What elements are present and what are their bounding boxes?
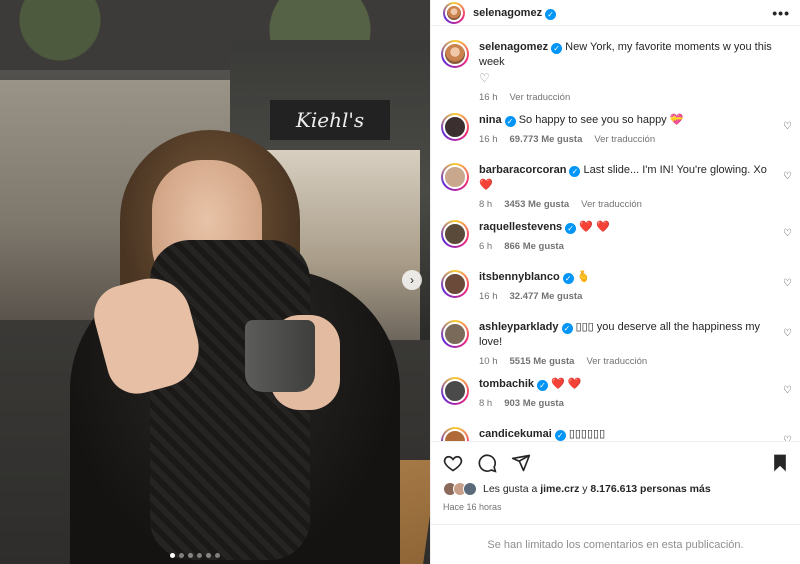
carousel-dots bbox=[170, 553, 220, 558]
comment-username[interactable]: raquellestevens bbox=[479, 221, 562, 233]
comment-likes[interactable]: 903 Me gusta bbox=[504, 398, 564, 409]
comment-username[interactable]: tombachik bbox=[479, 378, 534, 390]
caption-avatar[interactable] bbox=[441, 40, 469, 68]
carousel-dot bbox=[206, 553, 211, 558]
comment-text: ❤️ ❤️ bbox=[551, 378, 582, 390]
comment-username[interactable]: itsbennyblanco bbox=[479, 271, 560, 283]
share-icon[interactable] bbox=[511, 453, 531, 473]
carousel-dot bbox=[170, 553, 175, 558]
author-avatar[interactable] bbox=[443, 1, 465, 24]
comment-avatar[interactable] bbox=[441, 270, 469, 298]
comment-username[interactable]: nina bbox=[479, 114, 502, 126]
post-photo[interactable]: Kiehl's › bbox=[0, 0, 430, 564]
next-slide-button[interactable]: › bbox=[402, 270, 422, 290]
comment-like-heart-icon[interactable]: ♡ bbox=[783, 435, 792, 441]
comment-likes[interactable]: 32.477 Me gusta bbox=[510, 291, 583, 302]
photo-person bbox=[70, 130, 400, 564]
comment-time: 16 h bbox=[479, 291, 498, 302]
likes-count[interactable]: 8.176.613 personas más bbox=[590, 483, 710, 495]
verified-badge-icon: ✓ bbox=[569, 166, 581, 177]
comment-avatar[interactable] bbox=[441, 163, 469, 191]
comment-translate-link[interactable]: Ver traducción bbox=[581, 199, 642, 210]
author-name[interactable]: selenagomez bbox=[473, 7, 542, 19]
comment-username[interactable]: ashleyparklady bbox=[479, 321, 559, 333]
like-heart-icon[interactable] bbox=[443, 453, 463, 473]
post-caption: selenagomez ✓ New York, my favorite momen… bbox=[441, 40, 792, 103]
comments-limited-notice: Se han limitado los comentarios en esta … bbox=[431, 524, 800, 564]
caption-time: 16 h bbox=[479, 92, 498, 103]
comment-username[interactable]: candicekumai bbox=[479, 428, 552, 440]
comment-likes[interactable]: 5515 Me gusta bbox=[510, 356, 575, 367]
more-options-icon[interactable]: ••• bbox=[772, 5, 790, 21]
comment-item: itsbennyblanco ✓ 🫰 16 h 32.477 Me gusta ♡ bbox=[441, 270, 792, 310]
comment-like-heart-icon[interactable]: ♡ bbox=[783, 328, 792, 339]
comment-avatar[interactable] bbox=[441, 220, 469, 248]
likes-user[interactable]: jime.crz bbox=[540, 483, 579, 495]
comment-username[interactable]: barbaracorcoran bbox=[479, 164, 566, 176]
carousel-dot bbox=[215, 553, 220, 558]
comment-like-heart-icon[interactable]: ♡ bbox=[783, 385, 792, 396]
carousel-dot bbox=[188, 553, 193, 558]
likes-prefix: Les gusta a bbox=[483, 483, 538, 495]
comment-translate-link[interactable]: Ver traducción bbox=[594, 134, 655, 145]
post-side-panel: selenagomez ✓ ••• selenagomez ✓ New York, … bbox=[430, 0, 800, 564]
comment-avatar[interactable] bbox=[441, 427, 469, 441]
caption-heart-icon: ♡ bbox=[479, 71, 490, 85]
verified-badge-icon: ✓ bbox=[551, 43, 563, 54]
verified-badge-icon: ✓ bbox=[562, 273, 574, 284]
comment-item: candicekumai✓ ▯▯▯▯▯▯ 9 h 827 Me gusta ♡ bbox=[441, 427, 792, 441]
comment-item: ashleyparklady ✓ ▯▯▯ you deserve all the … bbox=[441, 320, 792, 367]
comment-item: raquellestevens ✓ ❤️ ❤️ 6 h 866 Me gusta … bbox=[441, 220, 792, 260]
likes-summary[interactable]: Les gusta a jime.crz y 8.176.613 persona… bbox=[443, 478, 790, 500]
verified-badge-icon: ✓ bbox=[545, 9, 557, 20]
comment-likes[interactable]: 69.773 Me gusta bbox=[510, 134, 583, 145]
caption-translate-link[interactable]: Ver traducción bbox=[510, 92, 571, 103]
carousel-dot bbox=[179, 553, 184, 558]
caption-username[interactable]: selenagomez bbox=[479, 41, 548, 53]
comment-text: 🫰 bbox=[576, 271, 591, 283]
comment-text: ❤️ ❤️ bbox=[579, 221, 610, 233]
comment-like-heart-icon[interactable]: ♡ bbox=[783, 278, 792, 289]
comment-icon[interactable] bbox=[477, 453, 497, 473]
comment-time: 8 h bbox=[479, 199, 493, 210]
comments-list[interactable]: selenagomez ✓ New York, my favorite momen… bbox=[431, 26, 800, 441]
verified-badge-icon: ✓ bbox=[504, 116, 516, 127]
comment-like-heart-icon[interactable]: ♡ bbox=[783, 171, 792, 182]
liker-avatar bbox=[463, 482, 477, 496]
verified-badge-icon: ✓ bbox=[554, 430, 566, 441]
comment-time: 6 h bbox=[479, 241, 493, 252]
comment-item: nina ✓ So happy to see you so happy 💝 16 … bbox=[441, 113, 792, 153]
comment-like-heart-icon[interactable]: ♡ bbox=[783, 228, 792, 239]
post-time: Hace 16 horas bbox=[443, 502, 502, 512]
comment-like-heart-icon[interactable]: ♡ bbox=[783, 121, 792, 132]
comment-time: 16 h bbox=[479, 134, 498, 145]
verified-badge-icon: ✓ bbox=[565, 223, 577, 234]
comment-text: ▯▯▯▯▯▯ bbox=[568, 428, 606, 440]
verified-badge-icon: ✓ bbox=[561, 323, 573, 334]
comment-avatar[interactable] bbox=[441, 113, 469, 141]
comment-text: So happy to see you so happy 💝 bbox=[518, 114, 684, 126]
author-username[interactable]: selenagomez ✓ bbox=[473, 5, 557, 20]
instagram-post-modal: Kiehl's › selenagomez ✓ ••• selenagomez … bbox=[0, 0, 800, 564]
comment-time: 8 h bbox=[479, 398, 493, 409]
comment-item: barbaracorcoran ✓ Last slide... I'm IN! Y… bbox=[441, 163, 792, 210]
coffee-cup bbox=[245, 320, 315, 392]
carousel-dot bbox=[197, 553, 202, 558]
verified-badge-icon: ✓ bbox=[537, 380, 549, 391]
comment-avatar[interactable] bbox=[441, 377, 469, 405]
comment-time: 10 h bbox=[479, 356, 498, 367]
post-actions: Les gusta a jime.crz y 8.176.613 persona… bbox=[431, 441, 800, 512]
comment-item: tombachik ✓ ❤️ ❤️ 8 h 903 Me gusta ♡ bbox=[441, 377, 792, 417]
likes-middle: y bbox=[582, 483, 588, 495]
comment-likes[interactable]: 3453 Me gusta bbox=[504, 199, 569, 210]
comment-likes[interactable]: 866 Me gusta bbox=[504, 241, 564, 252]
save-bookmark-icon[interactable] bbox=[770, 453, 790, 473]
post-header: selenagomez ✓ ••• bbox=[431, 0, 800, 26]
comment-translate-link[interactable]: Ver traducción bbox=[586, 356, 647, 367]
comment-avatar[interactable] bbox=[441, 320, 469, 348]
